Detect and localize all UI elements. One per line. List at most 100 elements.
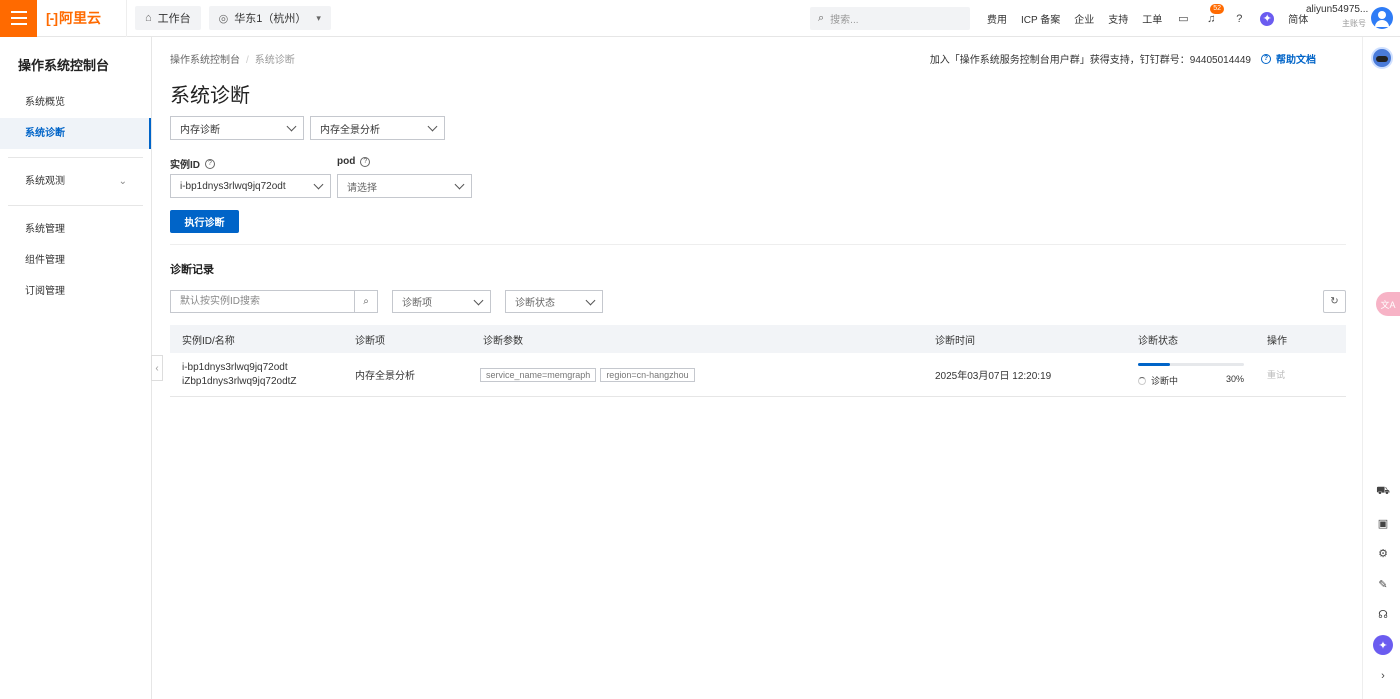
breadcrumb-console[interactable]: 操作系统控制台 <box>170 55 240 66</box>
cart-icon[interactable]: ⛟ <box>1376 485 1390 499</box>
pod-select[interactable]: 请选择 <box>337 174 472 198</box>
chevron-down-icon <box>585 295 596 306</box>
sidebar-item-diagnosis[interactable]: 系统诊断 <box>0 118 151 149</box>
divider <box>8 157 143 158</box>
workbench-button[interactable]: ⌂ 工作台 <box>135 6 201 30</box>
status-label: 诊断中 <box>1151 375 1179 386</box>
chevron-left-icon: ‹ <box>155 362 159 374</box>
divider <box>8 205 143 206</box>
page-title: 系统诊断 <box>170 85 250 107</box>
breadcrumb-current: 系统诊断 <box>254 55 295 66</box>
chevron-down-icon: ⌄ <box>118 176 127 187</box>
question-icon[interactable]: ? <box>360 156 371 167</box>
run-diagnosis-button[interactable]: 执行诊断 <box>170 210 239 233</box>
top-link-ticket[interactable]: 工单 <box>1142 11 1162 26</box>
top-link-icp[interactable]: ICP 备案 <box>1021 11 1060 26</box>
filter-status-placeholder: 诊断状态 <box>515 298 555 309</box>
top-link-enterprise[interactable]: 企业 <box>1074 11 1094 26</box>
instance-id-label-text: 实例ID <box>170 160 200 171</box>
col-instance: 实例ID/名称 <box>182 335 235 347</box>
top-link-billing[interactable]: 费用 <box>987 11 1007 26</box>
col-params: 诊断参数 <box>483 335 523 347</box>
global-search-placeholder: 搜索... <box>830 15 859 26</box>
document-icon[interactable]: ▣ <box>1376 516 1390 530</box>
question-icon: ? <box>1261 53 1271 64</box>
cell-status: 诊断中 30% <box>1138 362 1244 387</box>
location-icon: ◎ <box>218 12 229 25</box>
aliyun-logo[interactable]: [-] 阿里云 <box>46 8 120 28</box>
chevron-down-icon <box>286 121 297 132</box>
right-toolbar: ⛟ ▣ ⚙ ✎ ☊ ✦ › <box>1362 37 1400 699</box>
headset-icon[interactable]: ☊ <box>1376 607 1390 621</box>
filter-item-select[interactable]: 诊断项 <box>392 290 491 313</box>
user-menu[interactable]: aliyun54975... 主账号 <box>1306 4 1369 29</box>
user-name: aliyun54975... <box>1306 4 1369 15</box>
diag-item-select[interactable]: 内存全景分析 <box>310 116 445 140</box>
translate-icon[interactable]: 文A <box>1376 292 1400 316</box>
sidebar-item-overview[interactable]: 系统概览 <box>0 87 151 118</box>
search-icon: ⌕ <box>818 12 825 24</box>
refresh-button[interactable]: ↻ <box>1323 290 1346 313</box>
bell-icon[interactable]: ♫ 52 <box>1204 3 1225 26</box>
edit-icon[interactable]: ✎ <box>1376 577 1390 591</box>
search-icon[interactable]: ⌕ <box>354 291 377 312</box>
progress-fill <box>1138 362 1170 366</box>
sidebar-item-label: 系统观测 <box>25 176 65 187</box>
refresh-icon: ↻ <box>1330 296 1339 307</box>
retry-button[interactable]: 重试 <box>1267 368 1285 381</box>
pod-label-text: pod <box>337 156 356 167</box>
table-header: 实例ID/名称 诊断项 诊断参数 诊断时间 诊断状态 操作 <box>170 325 1346 353</box>
instance-id-label: 实例ID? <box>170 156 215 171</box>
divider <box>126 0 127 37</box>
cell-item: 内存全景分析 <box>355 371 415 382</box>
region-selector[interactable]: ◎ 华东1（杭州） ▾ <box>208 6 331 30</box>
diag-item-value: 内存全景分析 <box>320 124 380 136</box>
breadcrumb: 操作系统控制台 / 系统诊断 <box>170 55 295 66</box>
help-docs-link[interactable]: ? 帮助文档 <box>1261 51 1316 66</box>
cell-instance: i-bp1dnys3rlwq9jq72odt iZbp1dnys3rlwq9jq… <box>182 361 297 389</box>
sidebar-item-management[interactable]: 系统管理 <box>0 214 151 245</box>
param-tag: region=cn-hangzhou <box>600 367 695 382</box>
top-link-support[interactable]: 支持 <box>1108 11 1128 26</box>
notification-badge: 52 <box>1210 3 1225 14</box>
terminal-icon[interactable]: ▭ <box>1176 12 1190 26</box>
diag-type-value: 内存诊断 <box>180 124 220 136</box>
instance-id-select[interactable]: i-bp1dnys3rlwq9jq72odt <box>170 174 331 198</box>
filter-status-select[interactable]: 诊断状态 <box>505 290 603 313</box>
chevron-down-icon <box>427 121 438 132</box>
instance-name: iZbp1dnys3rlwq9jq72odtZ <box>182 375 297 387</box>
pod-label: pod? <box>337 156 371 167</box>
instance-id[interactable]: i-bp1dnys3rlwq9jq72odt <box>182 361 297 375</box>
sidebar-item-components[interactable]: 组件管理 <box>0 245 151 276</box>
global-search-input[interactable]: ⌕ 搜索... <box>810 7 970 30</box>
menu-icon[interactable] <box>0 0 37 37</box>
divider <box>170 244 1346 245</box>
region-label: 华东1（杭州） <box>234 13 307 25</box>
chevron-down-icon <box>454 179 465 190</box>
status-text: 诊断中 <box>1138 374 1178 387</box>
sidebar-collapse-button[interactable]: ‹ <box>151 355 163 381</box>
sidebar-item-subscription[interactable]: 订阅管理 <box>0 276 151 307</box>
progress-bar <box>1138 362 1244 366</box>
notice-text: 加入「操作系统服务控制台用户群」获得支持，钉钉群号：94405014449 <box>929 55 1251 66</box>
help-icon[interactable]: ? <box>1232 12 1246 26</box>
ai-assistant-icon[interactable]: ✦ <box>1260 11 1275 26</box>
avatar[interactable] <box>1371 7 1393 29</box>
workbench-label: 工作台 <box>157 13 191 25</box>
chevron-down-icon <box>313 179 324 190</box>
user-account-type: 主账号 <box>1342 19 1366 28</box>
cell-time: 2025年03月07日 12:20:19 <box>935 371 1052 382</box>
col-time: 诊断时间 <box>935 335 975 347</box>
assistant-avatar-icon[interactable] <box>1371 47 1393 69</box>
param-tag: service_name=memgraph <box>480 367 597 382</box>
sidebar-item-observation[interactable]: 系统观测 ⌄ <box>0 166 151 197</box>
chevron-right-icon[interactable]: › <box>1376 669 1390 683</box>
col-action: 操作 <box>1267 335 1287 347</box>
ai-assistant-icon[interactable]: ✦ <box>1373 635 1393 655</box>
record-search-input[interactable] <box>171 291 354 312</box>
instance-id-value: i-bp1dnys3rlwq9jq72odt <box>180 180 286 192</box>
question-icon[interactable]: ? <box>205 158 215 169</box>
gear-icon[interactable]: ⚙ <box>1376 546 1390 560</box>
chevron-down-icon <box>473 295 484 306</box>
diag-type-select[interactable]: 内存诊断 <box>170 116 304 140</box>
